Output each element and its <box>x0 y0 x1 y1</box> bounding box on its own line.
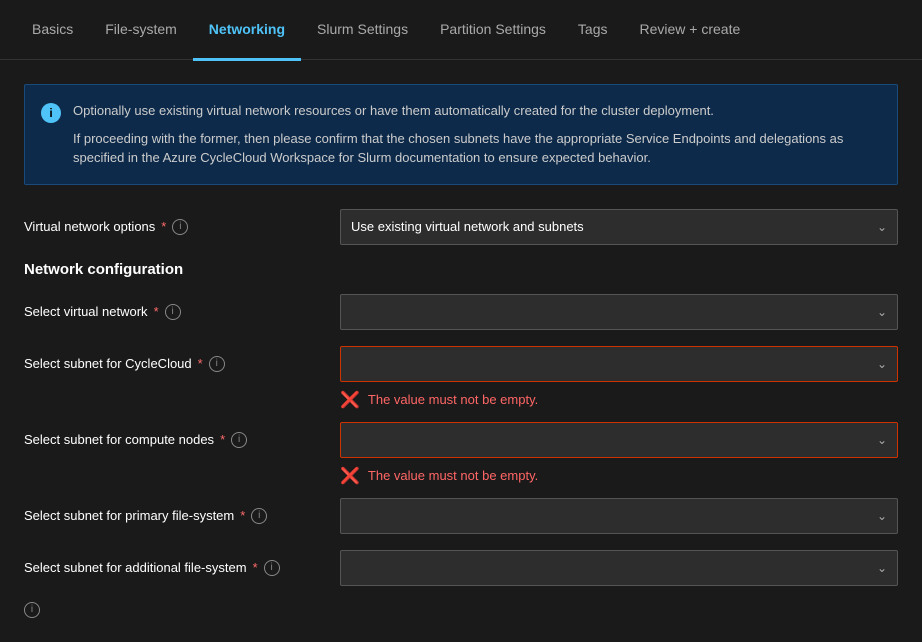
info-box-line1: Optionally use existing virtual network … <box>73 101 881 121</box>
select-subnet-compute-group: Select subnet for compute nodes * i ⌄ ❌ … <box>24 422 898 486</box>
info-box-text: Optionally use existing virtual network … <box>73 101 881 168</box>
select-subnet-additional-info-icon[interactable]: i <box>264 560 280 576</box>
select-subnet-additional-value <box>351 560 355 575</box>
main-content: i Optionally use existing virtual networ… <box>0 60 922 642</box>
footer-info: i <box>24 602 898 618</box>
select-subnet-compute-chevron-icon: ⌄ <box>877 433 887 447</box>
select-virtual-network-chevron-icon: ⌄ <box>877 305 887 319</box>
footer-info-icon[interactable]: i <box>24 602 40 618</box>
select-subnet-cyclecloud-required: * <box>198 356 203 371</box>
select-virtual-network-group: Select virtual network * i ⌄ <box>24 294 898 330</box>
virtual-network-options-value: Use existing virtual network and subnets <box>351 219 584 234</box>
select-subnet-additional-required: * <box>253 560 258 575</box>
nav-item-slurm-settings[interactable]: Slurm Settings <box>301 1 424 61</box>
select-subnet-compute-error-text: The value must not be empty. <box>368 468 538 483</box>
select-subnet-compute-row: Select subnet for compute nodes * i ⌄ <box>24 422 898 458</box>
info-box-icon: i <box>41 103 61 123</box>
select-subnet-primary-required: * <box>240 508 245 523</box>
select-subnet-primary-dropdown[interactable]: ⌄ <box>340 498 898 534</box>
select-virtual-network-info-icon[interactable]: i <box>165 304 181 320</box>
select-subnet-cyclecloud-value <box>351 356 355 371</box>
select-subnet-cyclecloud-dropdown[interactable]: ⌄ <box>340 346 898 382</box>
select-subnet-primary-text: Select subnet for primary file-system <box>24 508 234 523</box>
nav-item-file-system[interactable]: File-system <box>89 1 193 61</box>
select-subnet-cyclecloud-row: Select subnet for CycleCloud * i ⌄ <box>24 346 898 382</box>
select-subnet-cyclecloud-error-icon: ❌ <box>340 390 360 410</box>
nav-item-basics[interactable]: Basics <box>16 1 89 61</box>
select-virtual-network-dropdown[interactable]: ⌄ <box>340 294 898 330</box>
select-virtual-network-row: Select virtual network * i ⌄ <box>24 294 898 330</box>
nav-item-review-create[interactable]: Review + create <box>624 1 757 61</box>
select-subnet-primary-group: Select subnet for primary file-system * … <box>24 498 898 534</box>
select-subnet-compute-error-icon: ❌ <box>340 466 360 486</box>
virtual-network-options-required: * <box>161 219 166 234</box>
select-subnet-cyclecloud-error-text: The value must not be empty. <box>368 392 538 407</box>
select-virtual-network-label: Select virtual network * i <box>24 304 324 320</box>
info-box: i Optionally use existing virtual networ… <box>24 84 898 185</box>
select-subnet-compute-text: Select subnet for compute nodes <box>24 432 214 447</box>
select-subnet-cyclecloud-group: Select subnet for CycleCloud * i ⌄ ❌ The… <box>24 346 898 410</box>
select-subnet-compute-required: * <box>220 432 225 447</box>
select-subnet-cyclecloud-label: Select subnet for CycleCloud * i <box>24 356 324 372</box>
top-navigation: Basics File-system Networking Slurm Sett… <box>0 0 922 60</box>
info-box-line2: If proceeding with the former, then plea… <box>73 129 881 168</box>
select-subnet-primary-label: Select subnet for primary file-system * … <box>24 508 324 524</box>
select-subnet-primary-value <box>351 508 355 523</box>
select-subnet-cyclecloud-info-icon[interactable]: i <box>209 356 225 372</box>
select-subnet-additional-chevron-icon: ⌄ <box>877 561 887 575</box>
select-subnet-compute-error-row: ❌ The value must not be empty. <box>24 466 898 486</box>
select-subnet-primary-chevron-icon: ⌄ <box>877 509 887 523</box>
select-subnet-primary-info-icon[interactable]: i <box>251 508 267 524</box>
select-subnet-compute-label: Select subnet for compute nodes * i <box>24 432 324 448</box>
select-subnet-additional-text: Select subnet for additional file-system <box>24 560 247 575</box>
select-subnet-cyclecloud-error-row: ❌ The value must not be empty. <box>24 390 898 410</box>
select-subnet-compute-dropdown[interactable]: ⌄ <box>340 422 898 458</box>
virtual-network-options-label: Virtual network options * i <box>24 219 324 235</box>
network-configuration-heading: Network configuration <box>24 261 898 278</box>
select-subnet-cyclecloud-text: Select subnet for CycleCloud <box>24 356 192 371</box>
select-virtual-network-value <box>351 304 355 319</box>
virtual-network-options-row: Virtual network options * i Use existing… <box>24 209 898 245</box>
select-subnet-additional-dropdown[interactable]: ⌄ <box>340 550 898 586</box>
select-subnet-compute-info-icon[interactable]: i <box>231 432 247 448</box>
select-subnet-additional-row: Select subnet for additional file-system… <box>24 550 898 586</box>
nav-item-networking[interactable]: Networking <box>193 1 301 61</box>
virtual-network-options-chevron-icon: ⌄ <box>877 220 887 234</box>
virtual-network-options-dropdown[interactable]: Use existing virtual network and subnets… <box>340 209 898 245</box>
select-virtual-network-text: Select virtual network <box>24 304 148 319</box>
nav-item-tags[interactable]: Tags <box>562 1 624 61</box>
select-subnet-compute-value <box>351 432 355 447</box>
select-subnet-additional-label: Select subnet for additional file-system… <box>24 560 324 576</box>
nav-item-partition-settings[interactable]: Partition Settings <box>424 1 562 61</box>
virtual-network-options-text: Virtual network options <box>24 219 155 234</box>
select-subnet-cyclecloud-chevron-icon: ⌄ <box>877 357 887 371</box>
select-virtual-network-required: * <box>154 304 159 319</box>
select-subnet-additional-group: Select subnet for additional file-system… <box>24 550 898 586</box>
select-subnet-primary-row: Select subnet for primary file-system * … <box>24 498 898 534</box>
virtual-network-options-info-icon[interactable]: i <box>172 219 188 235</box>
